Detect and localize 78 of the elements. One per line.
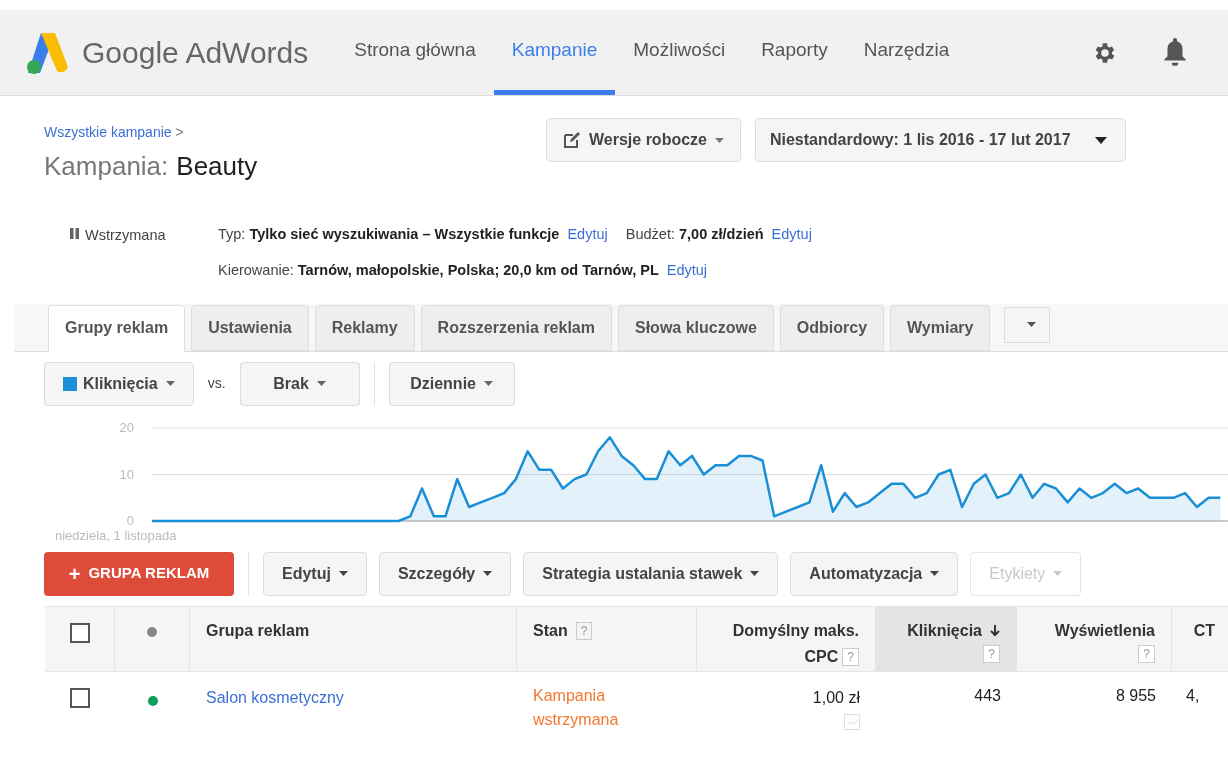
tab[interactable]: Wymiary [890,304,991,351]
ad-group-link[interactable]: Salon kosmetyczny [206,688,344,706]
period-dropdown[interactable]: Dziennie [388,361,515,406]
tab[interactable]: Odbiorcy [779,304,885,351]
drafts-button[interactable]: Wersje robocze [546,118,741,162]
column-title: Wyświetlenia [1054,620,1155,641]
info-text: Typ: Tylko sieć wyszukiwania – Wszystkie funkcje [218,225,560,244]
status-label: Wstrzymana [85,226,166,245]
tab[interactable]: Reklamy [314,304,415,351]
edit-link[interactable]: Edytuj [567,224,608,246]
metric-dropdown[interactable]: Kliknięcia [44,361,194,406]
vs-label: vs. [207,374,226,393]
column-title: Domyślny maks. [732,620,859,641]
nav-tab[interactable]: Kampanie [493,10,616,95]
pause-icon [70,228,79,239]
checkbox[interactable] [69,622,90,643]
table-cell: 4, [1186,686,1200,704]
bell-icon[interactable] [1162,37,1188,68]
sort-arrow-icon [990,624,1000,637]
column-title: CT [1193,620,1215,641]
column-title: Grupa reklam [206,620,310,641]
column-title: Kliknięcia [907,620,982,641]
compare-dropdown[interactable]: Brak [239,361,360,406]
table-cell-text: 1,00 zł [812,687,860,708]
sorted-column-header[interactable]: Kliknięcia ? [876,606,1017,671]
caret-icon [1094,136,1107,144]
tab[interactable]: Rozszerzenia reklam [420,304,612,351]
plus-icon: + [68,563,81,584]
add-ad-group-button[interactable]: + GRUPA REKLAM [44,551,234,596]
column-header[interactable]: Wyświetlenia ? [1017,606,1172,671]
y-tick-label: 10 [119,466,134,481]
edit-icon [563,131,581,149]
logo-icon [26,30,70,75]
column-title: Stan [533,620,568,641]
nav-tab[interactable]: Możliwości [615,10,744,95]
trend-chart-icon [844,713,860,730]
table-cell: 443 [974,686,1001,704]
caret-icon [484,381,493,386]
y-tick-label: 0 [126,512,134,528]
info-text: Budżet: 7,00 zł/dzień [625,225,764,244]
caret-icon [714,137,724,143]
caret-icon [316,381,326,386]
column-title: CPC [804,646,839,667]
campaign-title: Beauty [176,150,258,183]
date-range-button[interactable]: Niestandardowy: 1 lis 2016 - 17 lut 2017 [754,118,1126,162]
nav-tab[interactable]: Raporty [743,10,846,95]
nav-tab[interactable]: Narzędzia [845,10,968,95]
toolbar-dropdown[interactable]: Automatyzacja [790,551,959,596]
table-cell: 8 955 [1115,686,1156,704]
caret-icon [483,571,493,576]
caret-icon [930,571,940,576]
toolbar-dropdown[interactable]: Strategia ustalania stawek [523,551,779,596]
caret-icon [1026,322,1036,327]
nav-tab[interactable]: Strona główna [336,10,494,95]
column-header[interactable]: Grupa reklam [190,606,517,671]
series-swatch [63,376,77,391]
edit-link[interactable]: Edytuj [771,224,812,246]
tab[interactable]: Słowa kluczowe [618,304,774,351]
caret-icon [338,571,348,576]
caret-icon [165,381,175,386]
tab[interactable]: Grupy reklam [48,304,186,352]
toolbar-dropdown[interactable]: Szczegóły [378,551,512,596]
breadcrumb-link[interactable]: Wszystkie kampanie [44,122,172,143]
y-tick-label: 20 [119,419,134,435]
caret-icon [1053,571,1063,576]
tab[interactable]: Ustawienia [191,304,309,351]
logo-text: Google AdWords [82,35,309,71]
column-header[interactable]: CT [1172,606,1228,671]
caret-icon [750,571,760,576]
info-text: Kierowanie: Tarnów, małopolskie, Polska; 20,0 km od Tarnów, PL [218,260,659,280]
toolbar-dropdown[interactable]: Edytuj [263,551,367,596]
title-label: Kampania: [44,150,169,183]
table-cell-text: Kampania wstrzymana [533,685,620,730]
x-axis-label: niedziela, 1 listopada [55,526,177,545]
breadcrumb-separator: > [175,123,184,142]
column-header[interactable]: Stan ? [517,606,697,671]
checkbox[interactable] [70,687,90,708]
edit-link[interactable]: Edytuj [666,259,708,282]
